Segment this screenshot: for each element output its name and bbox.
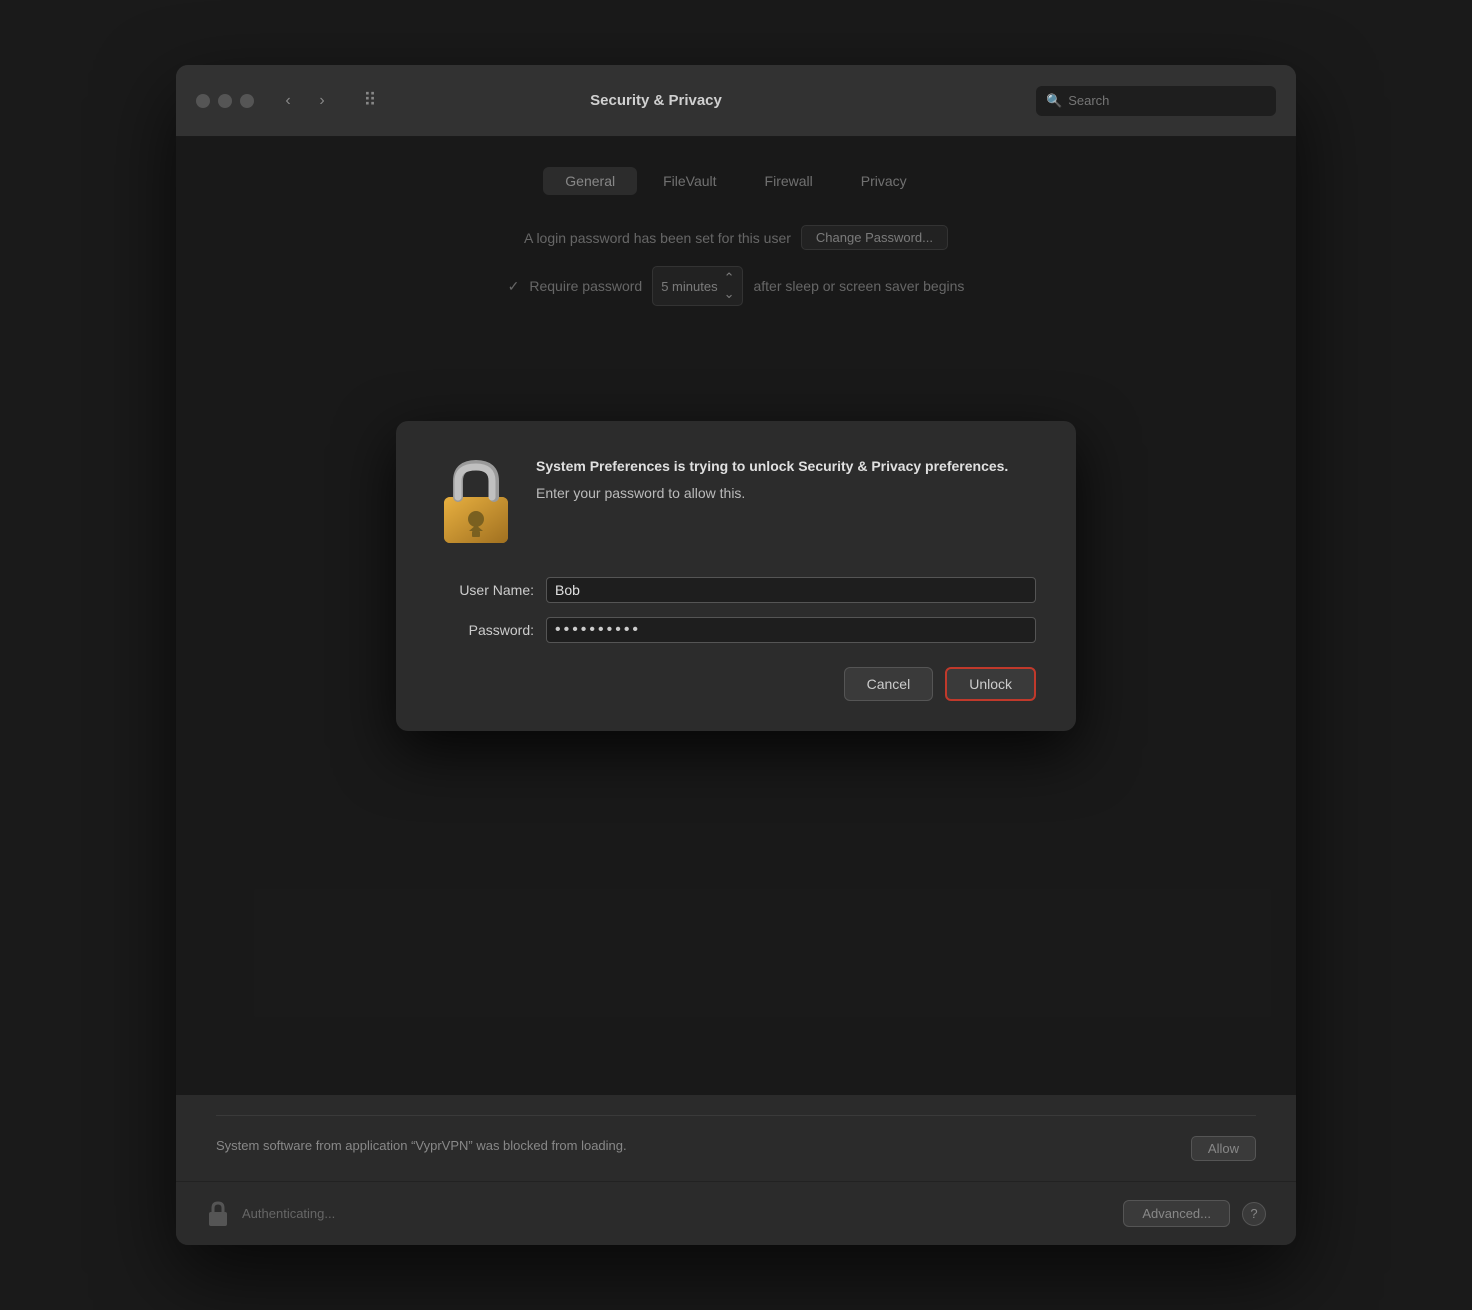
cancel-button[interactable]: Cancel <box>844 667 934 701</box>
dialog-header: System Preferences is trying to unlock S… <box>436 457 1036 547</box>
auth-dialog: System Preferences is trying to unlock S… <box>396 421 1076 731</box>
maximize-button[interactable] <box>240 94 254 108</box>
username-input[interactable] <box>546 577 1036 603</box>
dialog-text: System Preferences is trying to unlock S… <box>536 457 1036 547</box>
search-icon: 🔍 <box>1046 93 1062 109</box>
dialog-subtitle: Enter your password to allow this. <box>536 485 1036 501</box>
help-button[interactable]: ? <box>1242 1202 1266 1226</box>
dialog-buttons: Cancel Unlock <box>436 667 1036 701</box>
advanced-button[interactable]: Advanced... <box>1123 1200 1230 1227</box>
search-bar[interactable]: 🔍 <box>1036 86 1276 116</box>
minimize-button[interactable] <box>218 94 232 108</box>
titlebar: ‹ › ⠿ Security & Privacy 🔍 <box>176 65 1296 137</box>
window-title: Security & Privacy <box>276 92 1036 109</box>
main-window: ‹ › ⠿ Security & Privacy 🔍 General FileV… <box>176 65 1296 1245</box>
password-input[interactable] <box>546 617 1036 643</box>
dialog-title: System Preferences is trying to unlock S… <box>536 457 1036 477</box>
allow-button[interactable]: Allow <box>1191 1136 1256 1161</box>
footer: Authenticating... Advanced... ? <box>176 1181 1296 1245</box>
main-content: General FileVault Firewall Privacy A log… <box>176 137 1296 1095</box>
allow-section: System software from application “VyprVP… <box>216 1115 1256 1181</box>
search-input[interactable] <box>1068 93 1266 108</box>
password-label: Password: <box>436 622 546 638</box>
dialog-overlay: System Preferences is trying to unlock S… <box>176 137 1296 1095</box>
username-label: User Name: <box>436 582 546 598</box>
password-row-dialog: Password: <box>436 617 1036 643</box>
unlock-button[interactable]: Unlock <box>945 667 1036 701</box>
lock-footer-icon <box>206 1200 230 1228</box>
traffic-lights <box>196 94 254 108</box>
auth-text: Authenticating... <box>242 1206 1111 1221</box>
lock-icon <box>436 457 516 547</box>
bottom-section: System software from application “VyprVP… <box>176 1115 1296 1181</box>
username-row: User Name: <box>436 577 1036 603</box>
allow-text: System software from application “VyprVP… <box>216 1136 627 1156</box>
close-button[interactable] <box>196 94 210 108</box>
